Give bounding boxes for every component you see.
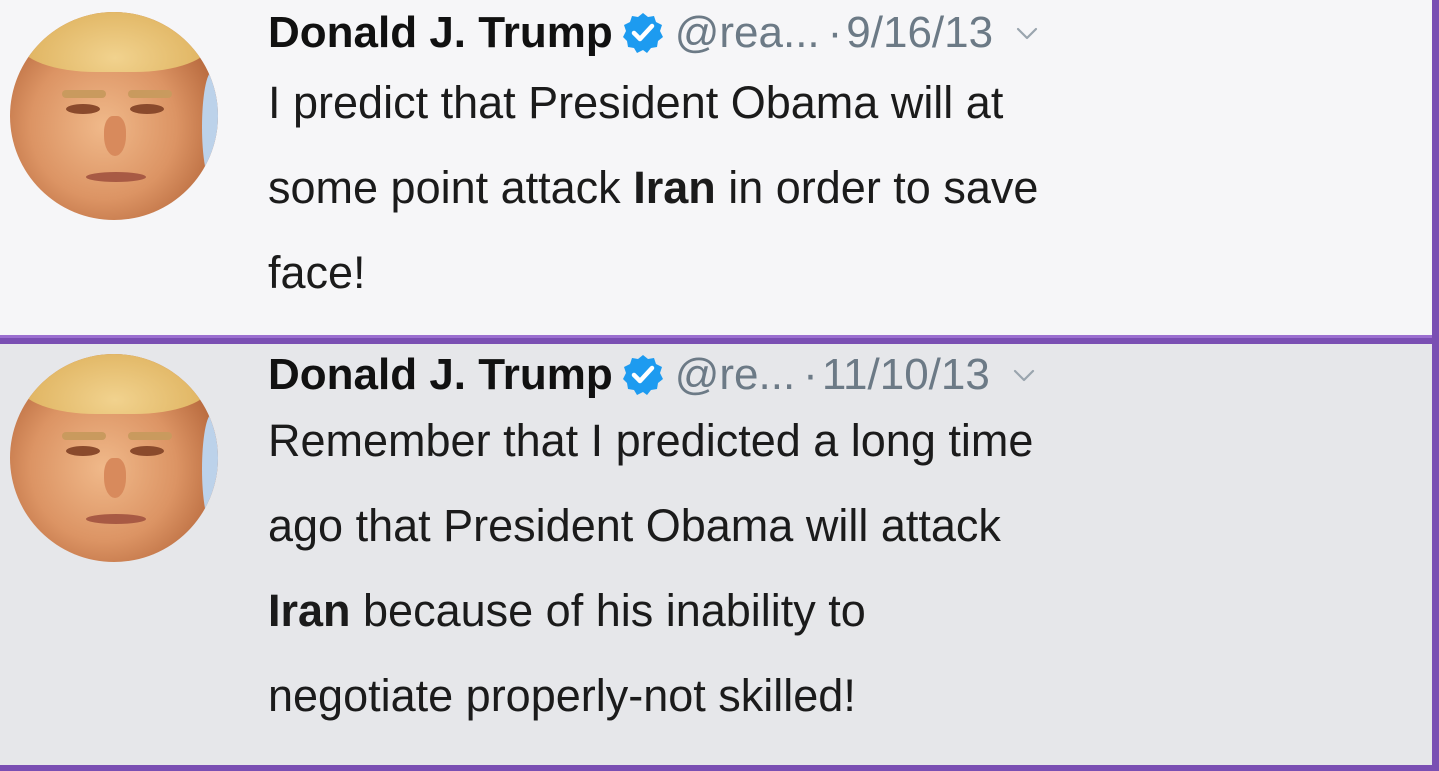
tweet-card[interactable]: Donald J. Trump @re... · 11/10/13 Rememb… bbox=[0, 344, 1432, 765]
author-name[interactable]: Donald J. Trump bbox=[268, 350, 613, 400]
author-name[interactable]: Donald J. Trump bbox=[268, 8, 613, 58]
tweet-card[interactable]: Donald J. Trump @rea... · 9/16/13 I pred… bbox=[0, 0, 1432, 338]
tweet-date[interactable]: 9/16/13 bbox=[846, 8, 993, 58]
avatar-hair bbox=[20, 354, 210, 414]
author-handle[interactable]: @rea... bbox=[675, 8, 820, 58]
tweet-date[interactable]: 11/10/13 bbox=[822, 350, 990, 400]
highlighted-keyword: Iran bbox=[268, 585, 351, 636]
tweet-header: Donald J. Trump @rea... · 9/16/13 bbox=[268, 2, 1041, 64]
meta-separator: · bbox=[803, 350, 818, 399]
verified-badge-icon bbox=[621, 11, 665, 55]
tweet-text-line: some point attack Iran in order to save bbox=[268, 162, 1039, 213]
chevron-down-icon[interactable] bbox=[1010, 361, 1038, 389]
chevron-down-icon[interactable] bbox=[1013, 19, 1041, 47]
avatar[interactable] bbox=[10, 354, 218, 562]
avatar[interactable] bbox=[10, 12, 218, 220]
tweet-text-line: negotiate properly-not skilled! bbox=[268, 670, 856, 721]
tweet-header: Donald J. Trump @re... · 11/10/13 bbox=[268, 344, 1038, 406]
tweet-text-line: I predict that President Obama will at bbox=[268, 77, 1004, 128]
meta-separator: · bbox=[827, 8, 843, 57]
tweet-text: I predict that President Obama will at s… bbox=[268, 60, 1412, 315]
avatar-hair bbox=[20, 12, 210, 72]
tweet-text-line: face! bbox=[268, 247, 366, 298]
tweet-text-line: Remember that I predicted a long time bbox=[268, 415, 1034, 466]
verified-badge-icon bbox=[621, 353, 665, 397]
tweet-text-line: Iran because of his inability to bbox=[268, 585, 866, 636]
highlighted-keyword: Iran bbox=[633, 162, 716, 213]
tweet-text: Remember that I predicted a long time ag… bbox=[268, 398, 1412, 738]
author-handle[interactable]: @re... bbox=[675, 350, 795, 400]
tweet-text-line: ago that President Obama will attack bbox=[268, 500, 1001, 551]
tweet-screenshot: Donald J. Trump @rea... · 9/16/13 I pred… bbox=[0, 0, 1439, 771]
